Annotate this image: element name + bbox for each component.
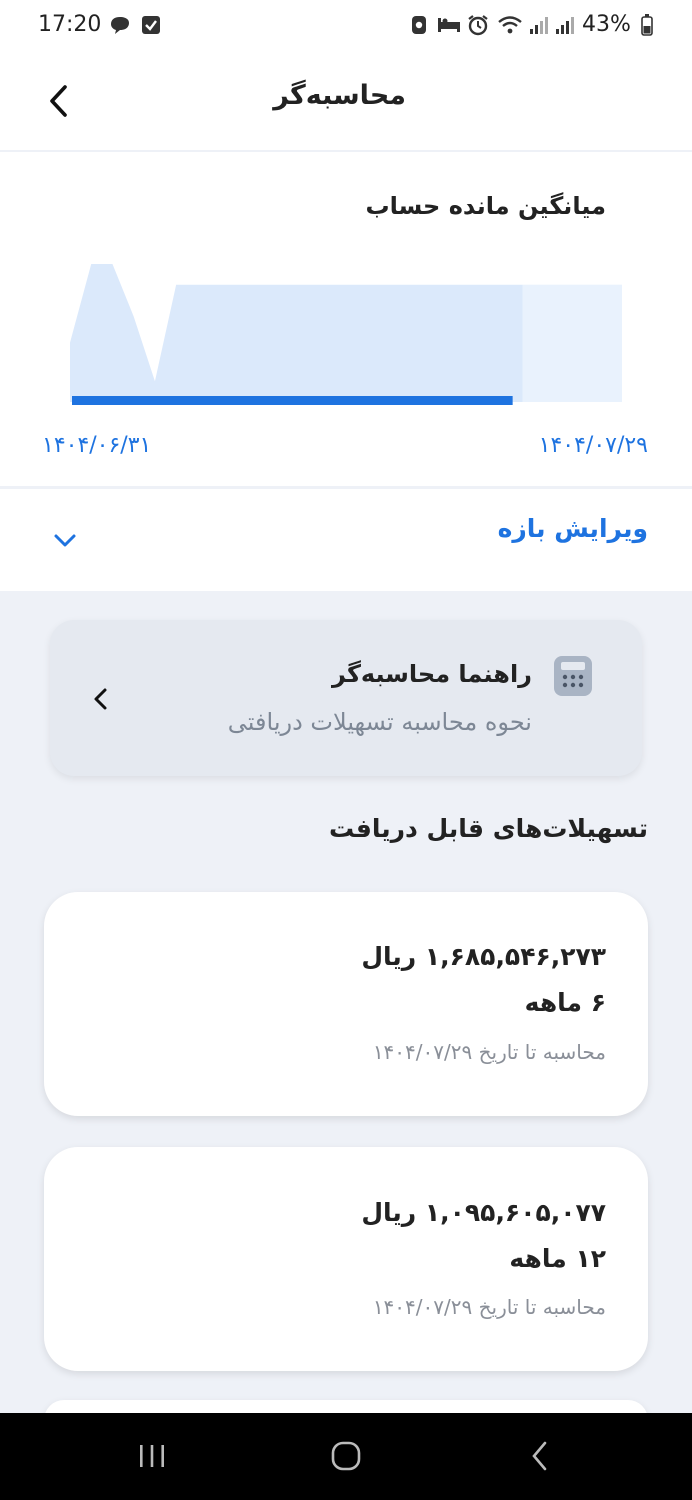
recent-apps-icon xyxy=(140,1445,164,1467)
loan-calc-date: محاسبه تا تاریخ ۱۴۰۴/۰۷/۲۹ xyxy=(372,1295,606,1319)
home-button[interactable] xyxy=(318,1430,374,1482)
battery-percent: 43% xyxy=(582,12,631,37)
loan-calc-date: محاسبه تا تاریخ ۱۴۰۴/۰۷/۲۹ xyxy=(372,1040,606,1064)
calculator-icon xyxy=(554,656,592,696)
signal-icon xyxy=(554,13,576,37)
facilities-heading: تسهیلات‌های قابل دریافت xyxy=(329,814,648,843)
back-icon xyxy=(532,1441,547,1471)
back-button[interactable] xyxy=(36,78,82,124)
app-icon xyxy=(410,13,428,37)
chart-end-date: ۱۴۰۴/۰۷/۲۹ xyxy=(538,433,648,458)
loan-amount: ۱,۶۸۵,۵۴۶,۲۷۳ ریال xyxy=(361,942,606,971)
alarm-icon xyxy=(466,13,490,37)
sleep-icon xyxy=(436,13,462,37)
status-time: 17:20 xyxy=(38,12,102,37)
chart-area-series xyxy=(70,264,523,402)
home-icon xyxy=(331,1441,361,1471)
recent-apps-button[interactable] xyxy=(124,1430,180,1482)
wifi-icon xyxy=(496,13,524,37)
chevron-left-icon[interactable] xyxy=(90,686,112,712)
calculator-guide-card[interactable] xyxy=(50,620,642,776)
chart-title: میانگین مانده حساب xyxy=(365,192,606,220)
balance-chart[interactable] xyxy=(0,250,692,420)
page-title: محاسبه‌گر xyxy=(273,80,406,111)
guide-subtitle: نحوه محاسبه تسهیلات دریافتی xyxy=(227,708,532,736)
loan-term: ۶ ماهه xyxy=(524,988,606,1017)
checkbox-icon xyxy=(140,13,162,37)
chart-start-date: ۱۴۰۴/۰۶/۳۱ xyxy=(42,433,152,458)
edit-range-label[interactable]: ویرایش بازه xyxy=(498,514,648,543)
chevron-down-icon[interactable] xyxy=(52,530,78,550)
message-icon xyxy=(108,13,132,37)
system-back-button[interactable] xyxy=(512,1430,568,1482)
chevron-left-icon xyxy=(50,85,67,117)
battery-icon xyxy=(640,13,654,37)
chart-selected-range-bar xyxy=(72,396,513,405)
signal-icon xyxy=(528,13,550,37)
guide-title: راهنما محاسبه‌گر xyxy=(332,660,532,688)
loan-amount: ۱,۰۹۵,۶۰۵,۰۷۷ ریال xyxy=(361,1198,606,1227)
chart-unselected-area xyxy=(522,284,622,402)
loan-term: ۱۲ ماهه xyxy=(509,1244,606,1273)
